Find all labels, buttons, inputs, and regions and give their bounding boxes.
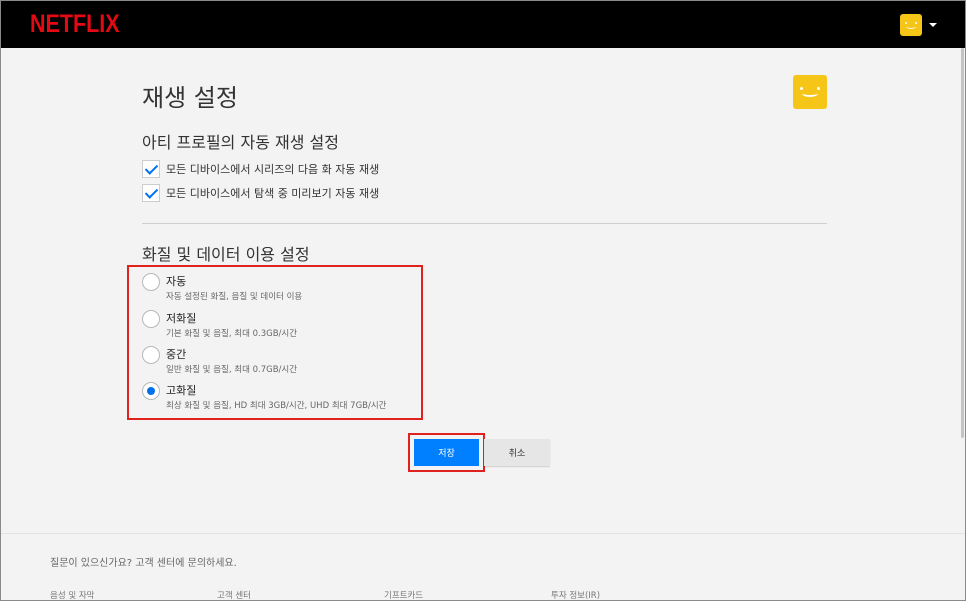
page-scrollbar[interactable] bbox=[959, 48, 965, 568]
checkbox-label: 모든 디바이스에서 탐색 중 미리보기 자동 재생 bbox=[166, 187, 380, 200]
option-description: 자동 설정된 화질, 음질 및 데이터 이용 bbox=[166, 292, 303, 302]
footer-link-audio-subtitles[interactable]: 음성 및 자막 bbox=[50, 589, 95, 600]
autoplay-next-episode-option[interactable]: 모든 디바이스에서 시리즈의 다음 화 자동 재생 bbox=[142, 160, 379, 178]
scrollbar-thumb[interactable] bbox=[961, 48, 964, 438]
footer-link-investor-relations[interactable]: 투자 정보(IR) bbox=[551, 589, 600, 600]
footer-contact-text[interactable]: 질문이 있으신가요? 고객 센터에 문의하세요. bbox=[50, 554, 237, 569]
profile-smiley-icon bbox=[793, 75, 827, 109]
radio-button[interactable] bbox=[142, 346, 160, 364]
option-label: 고화질 bbox=[166, 384, 197, 397]
avatar-mouth bbox=[906, 24, 916, 29]
quality-section-title: 화질 및 데이터 이용 설정 bbox=[142, 245, 310, 264]
checkbox-checked-icon[interactable] bbox=[142, 160, 160, 178]
footer-link-help-center[interactable]: 고객 센터 bbox=[217, 589, 251, 600]
option-description: 일반 화질 및 음질, 최대 0.7GB/시간 bbox=[166, 365, 298, 375]
radio-button-selected[interactable] bbox=[142, 382, 160, 400]
section-divider bbox=[142, 223, 827, 224]
option-label: 저화질 bbox=[166, 312, 197, 325]
caret-down-icon[interactable] bbox=[929, 23, 937, 27]
option-label: 중간 bbox=[166, 348, 187, 361]
save-button[interactable]: 저장 bbox=[414, 439, 479, 466]
checkbox-label: 모든 디바이스에서 시리즈의 다음 화 자동 재생 bbox=[166, 163, 380, 176]
option-label: 자동 bbox=[166, 275, 187, 288]
footer-link-gift-cards[interactable]: 기프트카드 bbox=[384, 589, 423, 600]
checkbox-checked-icon[interactable] bbox=[142, 184, 160, 202]
profile-avatar-icon[interactable] bbox=[900, 14, 922, 36]
option-description: 기본 화질 및 음질, 최대 0.3GB/시간 bbox=[166, 329, 298, 339]
radio-button[interactable] bbox=[142, 273, 160, 291]
radio-button[interactable] bbox=[142, 310, 160, 328]
cancel-button[interactable]: 취소 bbox=[484, 439, 550, 466]
avatar-mouth bbox=[802, 90, 818, 97]
top-nav: NETFLIX bbox=[1, 1, 965, 48]
browser-frame: NETFLIX 재생 설정 아티 프로필의 자동 재생 설정 모든 디바이스에서… bbox=[0, 0, 966, 601]
footer-divider bbox=[1, 533, 965, 534]
option-description: 최상 화질 및 음질, HD 최대 3GB/시간, UHD 최대 7GB/시간 bbox=[166, 401, 387, 411]
netflix-logo[interactable]: NETFLIX bbox=[30, 10, 120, 39]
page-title: 재생 설정 bbox=[142, 84, 238, 112]
autoplay-preview-option[interactable]: 모든 디바이스에서 탐색 중 미리보기 자동 재생 bbox=[142, 184, 379, 202]
autoplay-section-title: 아티 프로필의 자동 재생 설정 bbox=[142, 133, 339, 152]
